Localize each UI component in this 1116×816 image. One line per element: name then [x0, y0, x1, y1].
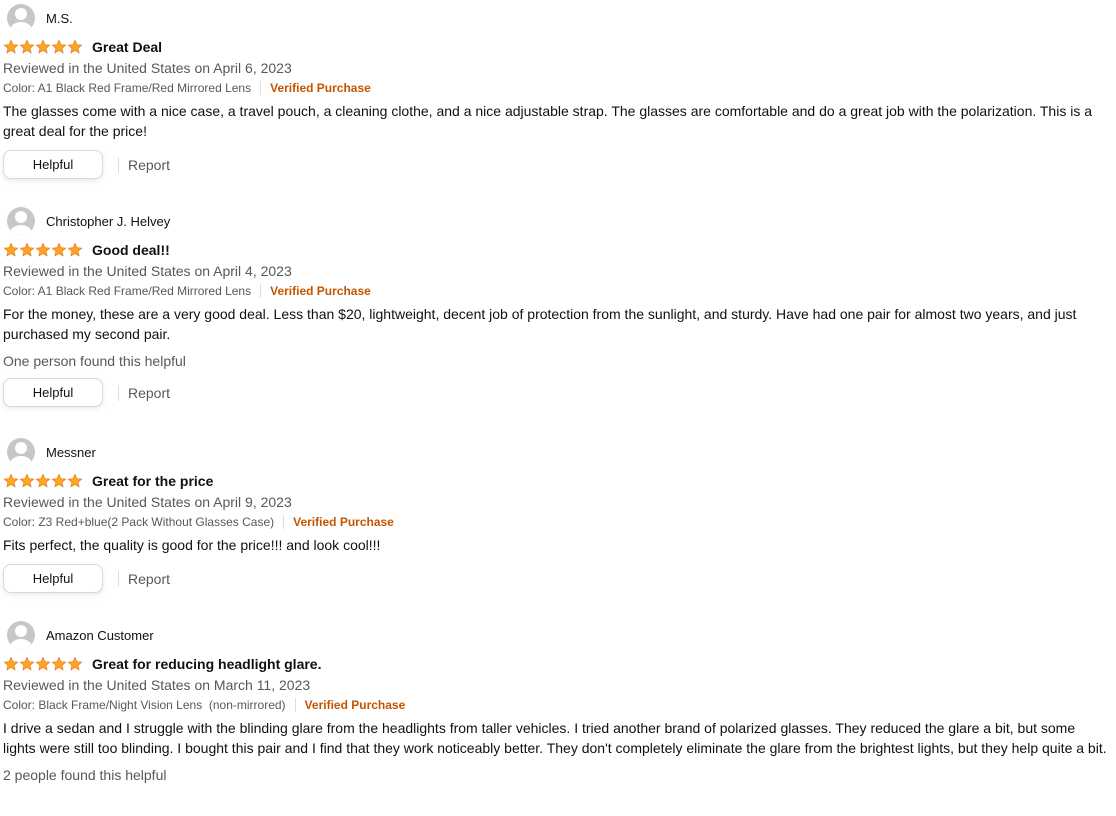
star-icon — [35, 39, 51, 54]
review-actions: Helpful Report — [3, 150, 1111, 179]
review-body: Fits perfect, the quality is good for th… — [3, 537, 381, 553]
star-icon — [67, 39, 83, 54]
review-card: Messner Great for the price Reviewed in … — [3, 438, 1111, 593]
star-icon — [35, 242, 51, 257]
review-date: Reviewed in the United States on April 9… — [3, 494, 292, 510]
review-body: I drive a sedan and I struggle with the … — [3, 720, 1107, 756]
review-body: For the money, these are a very good dea… — [3, 306, 1077, 342]
report-link[interactable]: Report — [128, 571, 170, 587]
verified-purchase-badge: Verified Purchase — [293, 515, 394, 529]
review-meta: Color: A1 Black Red Frame/Red Mirrored L… — [3, 79, 1111, 97]
review-title[interactable]: Great for the price — [92, 473, 213, 489]
review-title-row: Great Deal — [3, 38, 1111, 56]
meta-divider — [283, 515, 285, 529]
helpful-button[interactable]: Helpful — [3, 378, 103, 407]
review-meta: Color: A1 Black Red Frame/Red Mirrored L… — [3, 282, 1111, 300]
action-divider — [118, 570, 119, 587]
helpful-count: 2 people found this helpful — [3, 767, 167, 783]
reviewer-profile[interactable]: Amazon Customer — [3, 621, 1111, 649]
reviewer-name[interactable]: M.S. — [46, 11, 73, 26]
star-icon — [51, 39, 67, 54]
review-date: Reviewed in the United States on April 4… — [3, 263, 292, 279]
verified-purchase-badge: Verified Purchase — [270, 81, 371, 95]
star-icon — [51, 473, 67, 488]
star-icon — [51, 242, 67, 257]
reviewer-profile[interactable]: Christopher J. Helvey — [3, 207, 1111, 235]
reviewer-profile[interactable]: M.S. — [3, 4, 1111, 32]
review-card: M.S. Great Deal Reviewed in the United S… — [3, 4, 1111, 179]
review-actions: Helpful Report — [3, 564, 1111, 593]
review-body: The glasses come with a nice case, a tra… — [3, 103, 1092, 139]
report-link[interactable]: Report — [128, 157, 170, 173]
star-icon — [35, 473, 51, 488]
review-card: Christopher J. Helvey Good deal!! Review… — [3, 207, 1111, 407]
star-icon — [19, 242, 35, 257]
helpful-count: One person found this helpful — [3, 353, 186, 369]
variant-link[interactable]: Color: Z3 Red+blue(2 Pack Without Glasse… — [3, 513, 274, 531]
star-icon — [3, 473, 19, 488]
avatar-icon — [7, 438, 35, 466]
helpful-button[interactable]: Helpful — [3, 564, 103, 593]
star-icon — [3, 656, 19, 671]
reviewer-profile[interactable]: Messner — [3, 438, 1111, 466]
avatar-icon — [7, 621, 35, 649]
star-icon — [19, 656, 35, 671]
review-meta: Color: Z3 Red+blue(2 Pack Without Glasse… — [3, 513, 1111, 531]
variant-link[interactable]: Color: A1 Black Red Frame/Red Mirrored L… — [3, 282, 251, 300]
star-rating[interactable] — [3, 473, 83, 489]
star-icon — [67, 656, 83, 671]
review-title-row: Good deal!! — [3, 241, 1111, 259]
star-icon — [67, 473, 83, 488]
star-icon — [35, 656, 51, 671]
verified-purchase-badge: Verified Purchase — [270, 284, 371, 298]
star-icon — [51, 656, 67, 671]
review-meta: Color: Black Frame/Night Vision Lens (no… — [3, 696, 1111, 714]
review-title[interactable]: Great Deal — [92, 39, 162, 55]
review-card: Amazon Customer Great for reducing headl… — [3, 621, 1111, 785]
variant-link[interactable]: Color: A1 Black Red Frame/Red Mirrored L… — [3, 79, 251, 97]
meta-divider — [260, 284, 262, 298]
review-title[interactable]: Good deal!! — [92, 242, 170, 258]
review-date: Reviewed in the United States on March 1… — [3, 677, 311, 693]
reviewer-name[interactable]: Messner — [46, 445, 96, 460]
avatar-icon — [7, 207, 35, 235]
meta-divider — [294, 698, 296, 712]
action-divider — [118, 384, 119, 401]
star-icon — [19, 39, 35, 54]
star-icon — [3, 39, 19, 54]
review-actions: Helpful Report — [3, 378, 1111, 407]
review-date: Reviewed in the United States on April 6… — [3, 60, 292, 76]
helpful-button[interactable]: Helpful — [3, 150, 103, 179]
reviewer-name[interactable]: Christopher J. Helvey — [46, 214, 170, 229]
meta-divider — [260, 81, 262, 95]
review-title[interactable]: Great for reducing headlight glare. — [92, 656, 321, 672]
verified-purchase-badge: Verified Purchase — [304, 698, 406, 712]
star-icon — [19, 473, 35, 488]
variant-link[interactable]: Color: Black Frame/Night Vision Lens (no… — [3, 696, 286, 714]
star-rating[interactable] — [3, 242, 83, 258]
action-divider — [118, 156, 119, 173]
review-title-row: Great for the price — [3, 472, 1111, 490]
star-icon — [67, 242, 83, 257]
star-rating[interactable] — [3, 39, 83, 55]
star-icon — [3, 242, 19, 257]
report-link[interactable]: Report — [128, 385, 170, 401]
review-title-row: Great for reducing headlight glare. — [3, 655, 1111, 673]
reviewer-name[interactable]: Amazon Customer — [46, 628, 154, 643]
avatar-icon — [7, 4, 35, 32]
star-rating[interactable] — [3, 656, 83, 672]
